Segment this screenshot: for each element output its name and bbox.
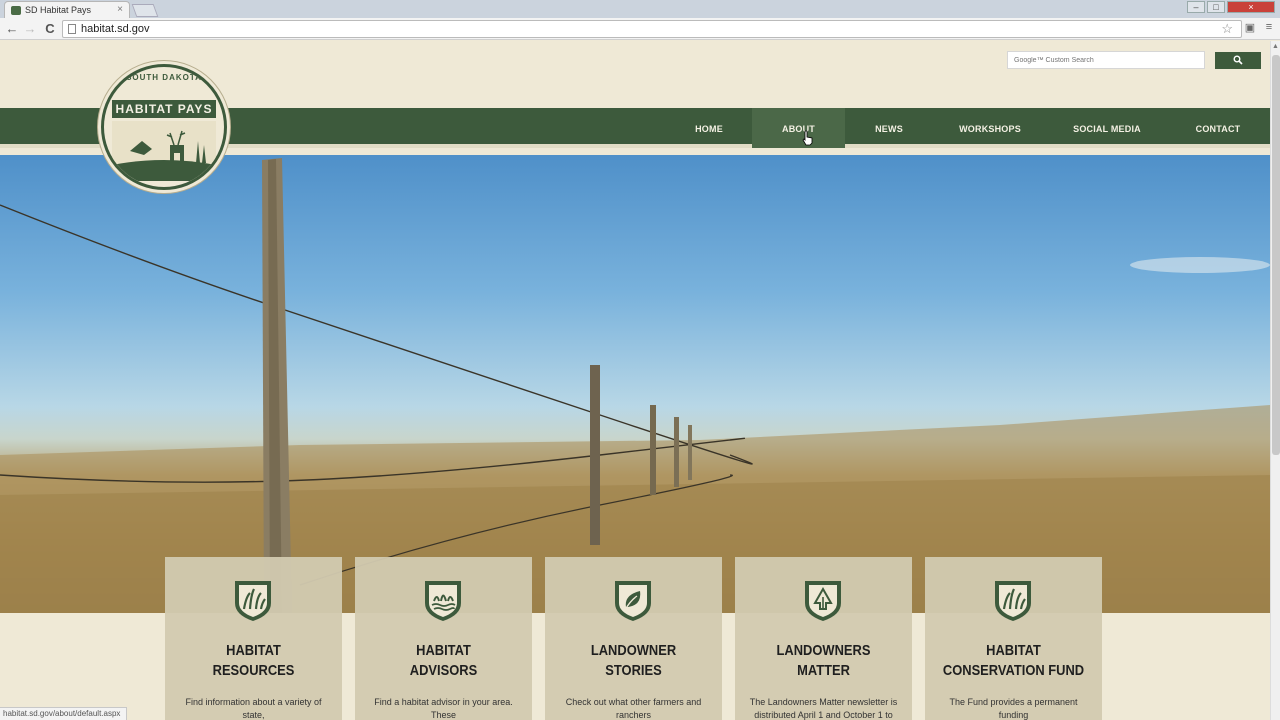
card-landowner-stories[interactable]: LANDOWNER STORIES Check out what other f… <box>545 557 722 720</box>
browser-toolbar: ← → C habitat.sd.gov ☆ ▣ ≡ <box>0 18 1280 40</box>
card-title-line1: HABITAT <box>416 642 471 659</box>
hand-cursor-icon <box>802 130 813 146</box>
card-description: Find a habitat advisor in your area. The… <box>374 697 513 720</box>
card-habitat-conservation-fund[interactable]: HABITAT CONSERVATION FUND The Fund provi… <box>925 557 1102 720</box>
card-description: The Fund provides a permanent funding so… <box>949 697 1078 720</box>
logo-state-text: SOUTH DAKOTA <box>126 73 202 82</box>
scroll-up-icon[interactable]: ▲ <box>1272 43 1279 50</box>
close-window-button[interactable]: × <box>1227 1 1275 13</box>
menu-icon[interactable]: ≡ <box>1262 21 1276 35</box>
card-title-line2: ADVISORS <box>409 662 478 679</box>
nav-social-media[interactable]: SOCIAL MEDIA <box>1064 108 1150 148</box>
hero-image <box>0 155 1270 613</box>
tree-icon <box>805 581 841 621</box>
forward-button[interactable]: → <box>22 21 38 37</box>
extension-icon[interactable]: ▣ <box>1243 21 1257 35</box>
card-title: LANDOWNERS MATTER <box>747 641 899 681</box>
address-url: habitat.sd.gov <box>81 23 150 35</box>
card-title-line1: LANDOWNER <box>590 642 677 659</box>
nav-home[interactable]: HOME <box>680 108 738 148</box>
nav-contact[interactable]: CONTACT <box>1186 108 1250 148</box>
card-title-line2: CONSERVATION FUND <box>942 662 1085 679</box>
card-title-line2: RESOURCES <box>212 662 295 679</box>
card-title: LANDOWNER STORIES <box>557 641 709 681</box>
tab-title: SD Habitat Pays <box>25 5 92 15</box>
card-title-line2: MATTER <box>797 662 850 679</box>
nav-news[interactable]: NEWS <box>860 108 918 148</box>
back-button[interactable]: ← <box>4 21 20 37</box>
reload-button[interactable]: C <box>42 21 58 37</box>
card-title: HABITAT RESOURCES <box>177 641 329 681</box>
grass-icon <box>235 581 271 621</box>
card-habitat-advisors[interactable]: HABITAT ADVISORS Find a habitat advisor … <box>355 557 532 720</box>
address-bar[interactable]: habitat.sd.gov ☆ <box>62 20 1242 38</box>
maximize-button[interactable]: □ <box>1207 1 1225 13</box>
logo-banner-text: HABITAT PAYS <box>112 100 216 118</box>
card-title-line1: HABITAT <box>986 642 1041 659</box>
card-title-line1: HABITAT <box>226 642 281 659</box>
page-scrollbar[interactable]: ▲ <box>1270 41 1280 720</box>
minimize-button[interactable]: – <box>1187 1 1205 13</box>
bookmark-star-icon[interactable]: ☆ <box>1221 21 1233 37</box>
card-description: Find information about a variety of stat… <box>185 697 322 720</box>
site-favicon-icon <box>11 6 21 15</box>
card-title-line1: LANDOWNERS <box>776 642 871 659</box>
search-button[interactable] <box>1215 52 1261 69</box>
scroll-thumb[interactable] <box>1272 55 1280 455</box>
search-input[interactable] <box>1007 51 1205 69</box>
leaf-icon <box>615 581 651 621</box>
card-description: The Landowners Matter newsletter is dist… <box>749 697 898 720</box>
wetland-icon <box>425 581 461 621</box>
habitat-pays-logo[interactable]: SOUTH DAKOTA HABITAT PAYS <box>101 64 227 190</box>
card-landowners-matter[interactable]: LANDOWNERS MATTER The Landowners Matter … <box>735 557 912 720</box>
nav-workshops[interactable]: WORKSHOPS <box>950 108 1030 148</box>
new-tab-button[interactable] <box>131 4 159 17</box>
browser-tab[interactable]: SD Habitat Pays × <box>4 1 130 18</box>
card-title: HABITAT ADVISORS <box>367 641 519 681</box>
card-description: Check out what other farmers and rancher… <box>565 697 702 720</box>
card-habitat-resources[interactable]: HABITAT RESOURCES Find information about… <box>165 557 342 720</box>
page-content: HOME ABOUT NEWS WORKSHOPS SOCIAL MEDIA C… <box>0 41 1270 720</box>
logo-wildlife-emblem <box>112 121 216 181</box>
nav-about[interactable]: ABOUT <box>752 108 845 148</box>
card-title: HABITAT CONSERVATION FUND <box>937 641 1089 681</box>
browser-tab-strip: SD Habitat Pays × – □ × <box>0 0 1280 18</box>
status-bar-url: habitat.sd.gov/about/default.aspx <box>0 707 128 720</box>
tab-close-icon[interactable]: × <box>117 4 123 15</box>
page-icon <box>68 24 76 34</box>
grass-icon <box>995 581 1031 621</box>
card-title-line2: STORIES <box>605 662 662 679</box>
search-icon <box>1233 55 1243 65</box>
fence-prairie-image <box>0 158 1270 613</box>
